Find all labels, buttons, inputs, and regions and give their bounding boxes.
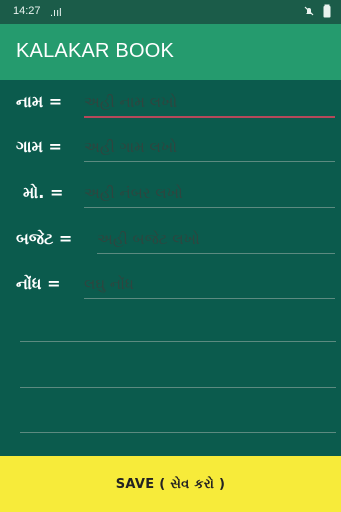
app-bar: KALAKAR BOOK (0, 24, 341, 80)
note-line-2[interactable] (20, 387, 336, 388)
name-field[interactable] (84, 88, 335, 118)
note-row: નોંધ = (0, 270, 341, 314)
app-title: KALAKAR BOOK (16, 40, 175, 62)
signal-icon: .ııl (50, 7, 62, 19)
note-line-1[interactable] (20, 341, 336, 342)
name-label: નામ = (16, 92, 63, 111)
budget-label: બજેટ = (16, 229, 73, 248)
status-icons (303, 4, 331, 21)
notification-off-icon (303, 5, 315, 20)
mobile-row: મો. = (0, 179, 341, 223)
mobile-field[interactable] (84, 179, 335, 208)
battery-icon (323, 4, 331, 21)
village-label: ગામ = (16, 137, 62, 156)
form-container: નામ = ગામ = મો. = બજેટ = નોંધ = (0, 80, 341, 456)
save-button[interactable]: SAVE ( સેવ કરો ) (0, 456, 341, 512)
village-field[interactable] (84, 133, 335, 162)
mobile-label: મો. = (23, 183, 64, 202)
village-row: ગામ = (0, 133, 341, 177)
status-time: 14:27 (13, 5, 41, 17)
note-line-3[interactable] (20, 432, 336, 433)
budget-row: બજેટ = (0, 225, 341, 269)
note-label: નોંધ = (16, 274, 61, 293)
name-row: નામ = (0, 88, 341, 132)
save-button-label: SAVE ( સેવ કરો ) (115, 476, 226, 492)
note-field[interactable] (84, 270, 335, 299)
status-bar: 14:27 .ııl (0, 0, 341, 24)
budget-field[interactable] (97, 225, 335, 254)
